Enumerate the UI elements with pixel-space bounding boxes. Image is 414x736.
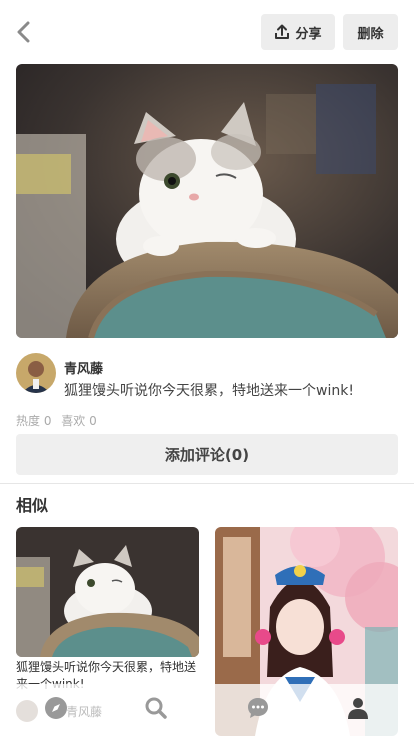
- divider: [0, 483, 414, 484]
- share-label: 分享: [295, 26, 322, 42]
- delete-button[interactable]: 删除: [343, 14, 398, 50]
- back-button[interactable]: [10, 18, 38, 46]
- tab-search[interactable]: [138, 690, 174, 726]
- chat-icon: [248, 698, 268, 718]
- tab-profile[interactable]: [340, 690, 376, 726]
- similar-item-avatar: [16, 700, 38, 722]
- similar-section-title: 相似: [16, 496, 49, 515]
- avatar[interactable]: [16, 353, 56, 393]
- user-avatar-image: [16, 353, 56, 393]
- hotness-count: 热度 0: [16, 414, 52, 428]
- cat-photo: [16, 64, 398, 338]
- chevron-left-icon: [17, 21, 30, 43]
- bottom-tab-bar: [0, 684, 414, 736]
- top-bar: 分享 删除: [0, 0, 414, 64]
- share-icon: [275, 24, 290, 39]
- delete-label: 删除: [357, 26, 384, 42]
- similar-item-author: 青风藤: [66, 705, 103, 719]
- compass-icon: [45, 697, 67, 719]
- post-description: 狐狸馒头听说你今天很累，特地送来一个wink!: [64, 383, 354, 399]
- similar-cat-photo: [16, 527, 199, 657]
- similar-item[interactable]: [16, 527, 199, 657]
- search-icon: [145, 697, 167, 719]
- likes-count: 喜欢 0: [61, 414, 97, 428]
- add-comment-button[interactable]: 添加评论(0): [16, 434, 398, 475]
- add-comment-label: 添加评论(0): [164, 446, 250, 464]
- share-button[interactable]: 分享: [261, 14, 335, 50]
- tab-messages[interactable]: [240, 690, 276, 726]
- username[interactable]: 青风藤: [64, 358, 103, 377]
- post-image[interactable]: [16, 64, 398, 338]
- user-icon: [348, 698, 368, 719]
- post-stats: 热度 0 喜欢 0: [16, 412, 103, 429]
